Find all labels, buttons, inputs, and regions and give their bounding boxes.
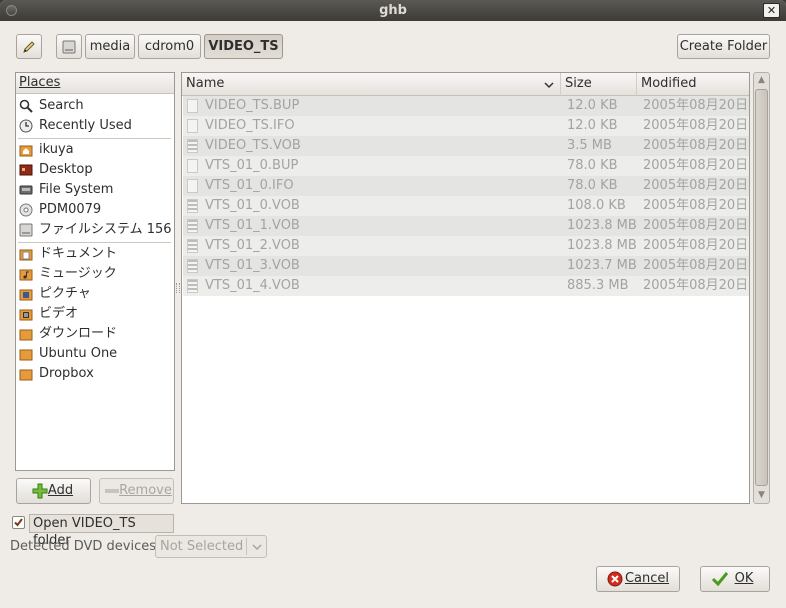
video-file-icon bbox=[187, 139, 198, 153]
scroll-down-icon[interactable]: ▼ bbox=[757, 491, 766, 500]
file-row[interactable]: VTS_01_0.IFO 78.0 KB 2005年08月20日 bbox=[183, 176, 749, 196]
folder-icon bbox=[19, 329, 33, 341]
folder-icon bbox=[19, 349, 33, 361]
places-separator bbox=[18, 242, 171, 243]
pictures-folder-icon bbox=[19, 289, 33, 301]
path-segment-media[interactable]: media bbox=[85, 34, 135, 59]
title-bar[interactable]: ghb ✕ bbox=[0, 0, 786, 21]
place-item-recently-used[interactable]: Recently Used bbox=[17, 116, 173, 136]
home-folder-icon bbox=[19, 145, 33, 157]
chevron-down-icon bbox=[252, 544, 262, 551]
place-item-music[interactable]: ミュージック bbox=[17, 264, 173, 284]
dvd-devices-label: Detected DVD devices: bbox=[10, 539, 161, 554]
chevron-down-icon bbox=[544, 82, 554, 89]
column-header-modified[interactable]: Modified bbox=[637, 73, 749, 96]
folder-icon bbox=[19, 369, 33, 381]
video-file-icon bbox=[187, 199, 198, 213]
minus-icon bbox=[105, 489, 119, 493]
select-divider bbox=[246, 538, 247, 555]
cancel-icon bbox=[607, 571, 623, 587]
file-row[interactable]: VIDEO_TS.BUP 12.0 KB 2005年08月20日 bbox=[183, 96, 749, 116]
ok-button[interactable]: OK bbox=[700, 566, 770, 592]
file-list-scrollbar[interactable]: ▲ ▼ bbox=[753, 72, 770, 504]
file-row[interactable]: VTS_01_0.BUP 78.0 KB 2005年08月20日 bbox=[183, 156, 749, 176]
video-file-icon bbox=[187, 239, 198, 253]
scroll-up-icon[interactable]: ▲ bbox=[757, 76, 766, 85]
place-item-downloads[interactable]: ダウンロード bbox=[17, 324, 173, 344]
scrollbar-thumb[interactable] bbox=[755, 89, 768, 486]
places-panel: Places Search Recently Used ikuya Deskto… bbox=[15, 72, 175, 471]
drive-icon bbox=[19, 223, 33, 237]
file-row[interactable]: VTS_01_4.VOB 885.3 MB 2005年08月20日 bbox=[183, 276, 749, 296]
file-icon bbox=[187, 179, 198, 193]
column-header-name[interactable]: Name bbox=[182, 73, 561, 96]
path-root-drive-button[interactable] bbox=[56, 34, 82, 59]
place-item-filesystem-156[interactable]: ファイルシステム 156… bbox=[17, 220, 173, 240]
video-file-icon bbox=[187, 219, 198, 233]
window-menu-icon[interactable] bbox=[6, 5, 17, 16]
drive-icon bbox=[62, 40, 76, 54]
create-folder-button[interactable]: Create Folder bbox=[677, 34, 770, 59]
place-item-documents[interactable]: ドキュメント bbox=[17, 244, 173, 264]
file-row[interactable]: VIDEO_TS.VOB 3.5 MB 2005年08月20日 bbox=[183, 136, 749, 156]
videos-folder-icon bbox=[19, 309, 33, 321]
clock-icon bbox=[19, 119, 33, 133]
file-list-panel: Name Size Modified VIDEO_TS.BUP 12.0 KB … bbox=[181, 72, 750, 504]
cdrom-icon bbox=[19, 203, 33, 217]
pane-splitter[interactable] bbox=[176, 283, 180, 293]
open-folder-checkbox[interactable] bbox=[12, 516, 25, 529]
path-segment-cdrom0[interactable]: cdrom0 bbox=[138, 34, 201, 59]
desktop-icon bbox=[19, 164, 33, 176]
places-header[interactable]: Places bbox=[16, 73, 174, 94]
checkmark-icon bbox=[14, 518, 23, 527]
places-separator bbox=[18, 138, 171, 139]
file-icon bbox=[187, 99, 198, 113]
search-icon bbox=[19, 99, 33, 113]
close-icon: ✕ bbox=[766, 4, 777, 17]
open-folder-label[interactable]: Open VIDEO_TS folder bbox=[29, 514, 174, 548]
pencil-icon bbox=[23, 41, 35, 53]
file-icon bbox=[187, 159, 198, 173]
window-title: ghb bbox=[379, 3, 407, 18]
remove-place-button[interactable]: Remove bbox=[99, 478, 174, 504]
place-item-videos[interactable]: ビデオ bbox=[17, 304, 173, 324]
column-header-size[interactable]: Size bbox=[561, 73, 637, 96]
add-place-button[interactable]: Add bbox=[16, 478, 91, 504]
file-row[interactable]: VTS_01_2.VOB 1023.8 MB 2005年08月20日 bbox=[183, 236, 749, 256]
place-item-file-system[interactable]: File System bbox=[17, 180, 173, 200]
file-chooser-dialog: ghb ✕ media cdrom0 VIDEO_TS Create Folde… bbox=[0, 0, 786, 608]
cancel-button[interactable]: Cancel bbox=[596, 566, 680, 592]
edit-location-button[interactable] bbox=[16, 34, 42, 59]
filesystem-icon bbox=[19, 185, 33, 195]
place-item-search[interactable]: Search bbox=[17, 96, 173, 116]
video-file-icon bbox=[187, 279, 198, 293]
path-segment-video-ts[interactable]: VIDEO_TS bbox=[204, 34, 283, 59]
window-close-button[interactable]: ✕ bbox=[763, 3, 780, 18]
music-folder-icon bbox=[19, 269, 33, 281]
dvd-device-select[interactable]: Not Selected bbox=[155, 535, 267, 558]
file-row[interactable]: VTS_01_0.VOB 108.0 KB 2005年08月20日 bbox=[183, 196, 749, 216]
place-item-dropbox[interactable]: Dropbox bbox=[17, 364, 173, 384]
file-icon bbox=[187, 119, 198, 133]
place-item-ubuntu-one[interactable]: Ubuntu One bbox=[17, 344, 173, 364]
video-file-icon bbox=[187, 259, 198, 273]
file-row[interactable]: VTS_01_1.VOB 1023.8 MB 2005年08月20日 bbox=[183, 216, 749, 236]
file-row[interactable]: VIDEO_TS.IFO 12.0 KB 2005年08月20日 bbox=[183, 116, 749, 136]
place-item-desktop[interactable]: Desktop bbox=[17, 160, 173, 180]
place-item-home[interactable]: ikuya bbox=[17, 140, 173, 160]
documents-folder-icon bbox=[19, 249, 33, 261]
place-item-pictures[interactable]: ピクチャ bbox=[17, 284, 173, 304]
file-row[interactable]: VTS_01_3.VOB 1023.7 MB 2005年08月20日 bbox=[183, 256, 749, 276]
checkmark-icon bbox=[711, 572, 729, 587]
plus-icon bbox=[32, 483, 48, 499]
place-item-pdm0079[interactable]: PDM0079 bbox=[17, 200, 173, 220]
